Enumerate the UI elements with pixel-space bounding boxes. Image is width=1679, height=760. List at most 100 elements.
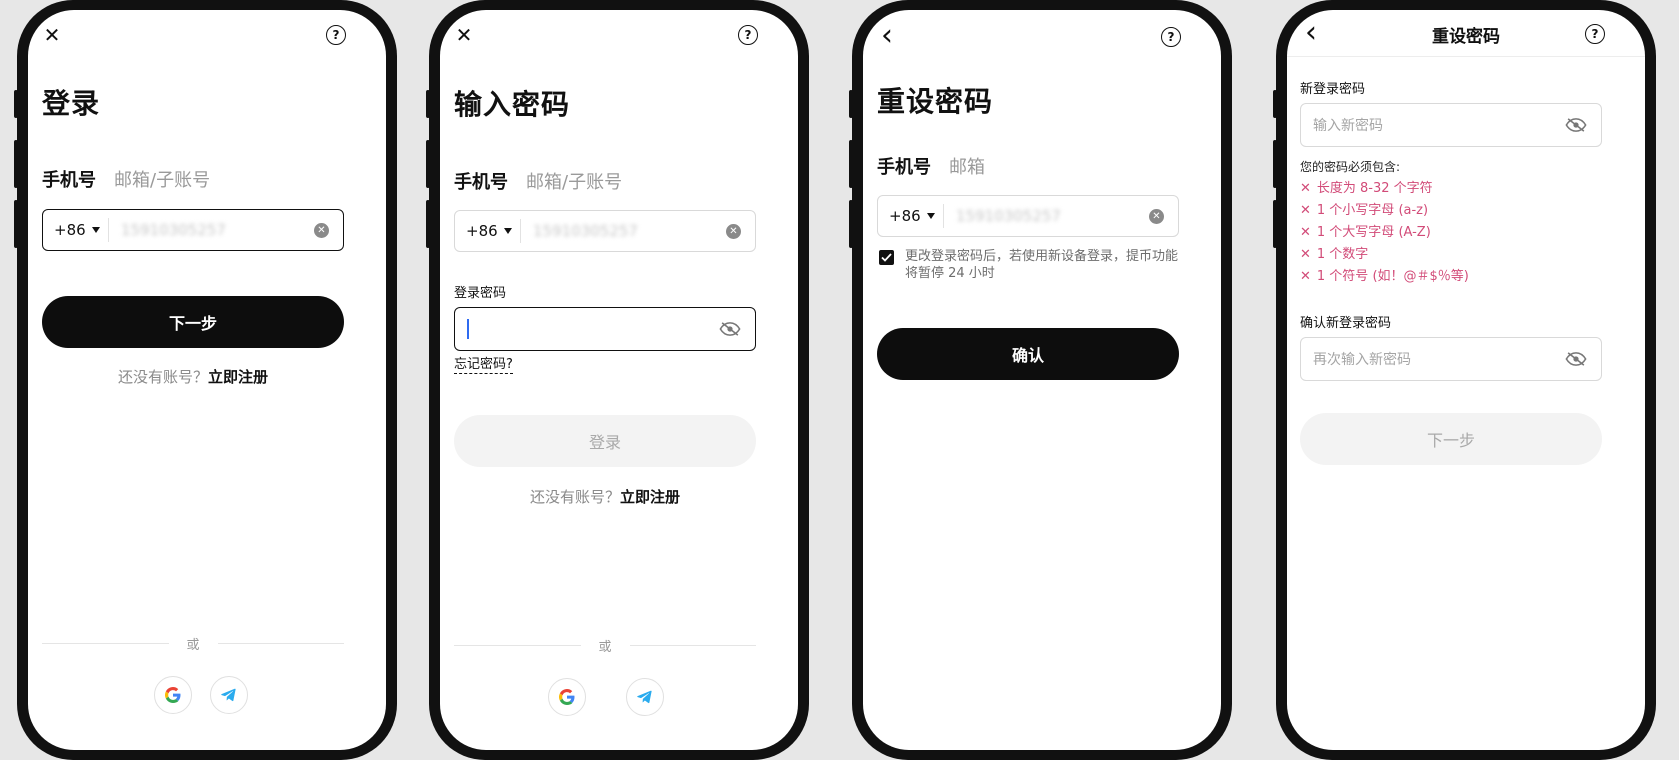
tab-phone[interactable]: 手机号 [454,168,508,194]
new-password-label: 新登录密码 [1300,82,1366,97]
country-code-select[interactable]: +86 [455,219,521,243]
help-button[interactable]: ? [736,23,760,47]
side-button [14,140,18,188]
tab-email[interactable]: 邮箱 [949,153,985,179]
requirement-item: ✕ 1 个大写字母 (A-Z) [1300,225,1431,240]
divider-line [217,643,345,644]
phone-number-value: 15910305257 [121,221,226,239]
chevron-down-icon [91,227,100,233]
register-link[interactable]: 立即注册 [620,488,680,506]
side-button [14,200,18,248]
phone-frame-reset: ‹ ? 重设密码 手机号 邮箱 +86 15910305257 ✕ 更改登录密码… [849,0,1232,760]
country-code-value: +86 [889,207,921,225]
phone-number-value: 15910305257 [956,207,1061,225]
forgot-password-link[interactable]: 忘记密码? [454,353,513,374]
divider-line [42,643,169,644]
screen-password: ✕ ? 输入密码 手机号 邮箱/子账号 +86 15910305257 ✕ 登录… [440,10,798,750]
google-login-button[interactable] [154,676,192,714]
x-mark-icon: ✕ [1300,203,1311,218]
screen-new-password: ‹ 重设密码 ? 新登录密码 输入新密码 您的密码必须包含: ✕ 长度为 8-32… [1287,10,1645,750]
phone-number-field[interactable]: +86 15910305257 ✕ [42,209,344,251]
login-button[interactable]: 登录 [454,415,756,467]
requirement-item: ✕ 长度为 8-32 个字符 [1300,181,1433,196]
password-input[interactable] [454,307,756,351]
tab-email-subaccount[interactable]: 邮箱/子账号 [526,168,622,194]
tab-phone[interactable]: 手机号 [877,153,931,179]
or-label: 或 [598,640,612,655]
next-button[interactable]: 下一步 [1300,413,1602,465]
close-icon[interactable]: ✕ [40,23,64,47]
help-icon: ? [1585,24,1605,44]
country-code-select[interactable]: +86 [43,218,109,242]
side-button [426,200,430,248]
acknowledge-checkbox[interactable] [879,250,894,265]
eye-off-icon[interactable] [1565,118,1587,132]
telegram-login-button[interactable] [210,676,248,714]
new-password-placeholder: 输入新密码 [1313,118,1383,134]
withdrawal-notice: 更改登录密码后，若使用新设备登录，提币功能 将暂停 24 小时 [905,248,1185,282]
eye-off-icon[interactable] [719,322,741,336]
screen-login: ✕ ? 登录 手机号 邮箱/子账号 +86 15910305257 ✕ 下一步 … [28,10,386,750]
confirm-password-placeholder: 再次输入新密码 [1313,352,1411,368]
side-button [1273,90,1277,118]
page-title: 登录 [42,87,101,120]
no-account-text: 还没有账号？ [117,368,208,386]
password-label: 登录密码 [454,286,507,301]
telegram-login-button[interactable] [626,678,664,716]
page-title: 重设密码 [877,85,994,118]
requirements-list: ✕ 长度为 8-32 个字符 ✕ 1 个小写字母 (a-z) ✕ 1 个大写字母 (A… [1300,178,1469,288]
side-button [849,200,853,248]
requirement-item: ✕ 1 个符号 (如！@＃$％等) [1300,269,1469,284]
clear-icon[interactable]: ✕ [314,222,329,238]
text-cursor [467,319,469,339]
x-mark-icon: ✕ [1300,181,1311,196]
phone-number-value: 15910305257 [533,222,638,240]
side-button [849,90,853,118]
clear-icon[interactable]: ✕ [1149,208,1164,224]
confirm-password-label: 确认新登录密码 [1300,316,1392,331]
help-button[interactable]: ? [1583,22,1607,46]
side-button [1273,200,1277,248]
close-icon[interactable]: ✕ [452,23,476,47]
page-title: 输入密码 [454,88,571,121]
help-button[interactable]: ? [324,23,348,47]
back-icon[interactable]: ‹ [875,21,899,51]
help-icon: ? [1161,27,1181,47]
phone-frame-login: ✕ ? 登录 手机号 邮箱/子账号 +86 15910305257 ✕ 下一步 … [14,0,397,760]
requirements-title: 您的密码必须包含: [1300,160,1401,174]
tab-email-subaccount[interactable]: 邮箱/子账号 [114,166,210,192]
notice-line: 将暂停 24 小时 [905,266,995,281]
google-icon [559,689,575,705]
x-mark-icon: ✕ [1300,247,1311,262]
no-account-text: 还没有账号？ [529,488,620,506]
new-password-input[interactable]: 输入新密码 [1300,103,1602,147]
x-mark-icon: ✕ [1300,269,1311,284]
help-icon: ? [738,25,758,45]
country-code-value: +86 [54,221,86,239]
check-icon [881,253,892,262]
register-link[interactable]: 立即注册 [208,368,268,386]
chevron-down-icon [926,213,935,219]
side-button [426,90,430,118]
side-button [1273,140,1277,188]
help-button[interactable]: ? [1159,25,1183,49]
google-icon [165,687,181,703]
next-button[interactable]: 下一步 [42,296,344,348]
phone-number-field[interactable]: +86 15910305257 ✕ [877,195,1179,237]
country-code-select[interactable]: +86 [878,204,944,228]
x-mark-icon: ✕ [1300,225,1311,240]
phone-number-field[interactable]: +86 15910305257 ✕ [454,210,756,252]
confirm-password-input[interactable]: 再次输入新密码 [1300,337,1602,381]
tab-phone[interactable]: 手机号 [42,166,96,192]
eye-off-icon[interactable] [1565,352,1587,366]
google-login-button[interactable] [548,678,586,716]
register-prompt: 还没有账号？立即注册 [454,486,756,507]
register-prompt: 还没有账号？立即注册 [42,366,344,387]
telegram-icon [637,690,652,704]
notice-line: 更改登录密码后，若使用新设备登录，提币功能 [905,249,1179,264]
telegram-icon [221,688,236,702]
confirm-button[interactable]: 确认 [877,328,1179,380]
phone-frame-new-password: ‹ 重设密码 ? 新登录密码 输入新密码 您的密码必须包含: ✕ 长度为 8-32… [1273,0,1656,760]
or-label: 或 [186,638,200,653]
clear-icon[interactable]: ✕ [726,223,741,239]
